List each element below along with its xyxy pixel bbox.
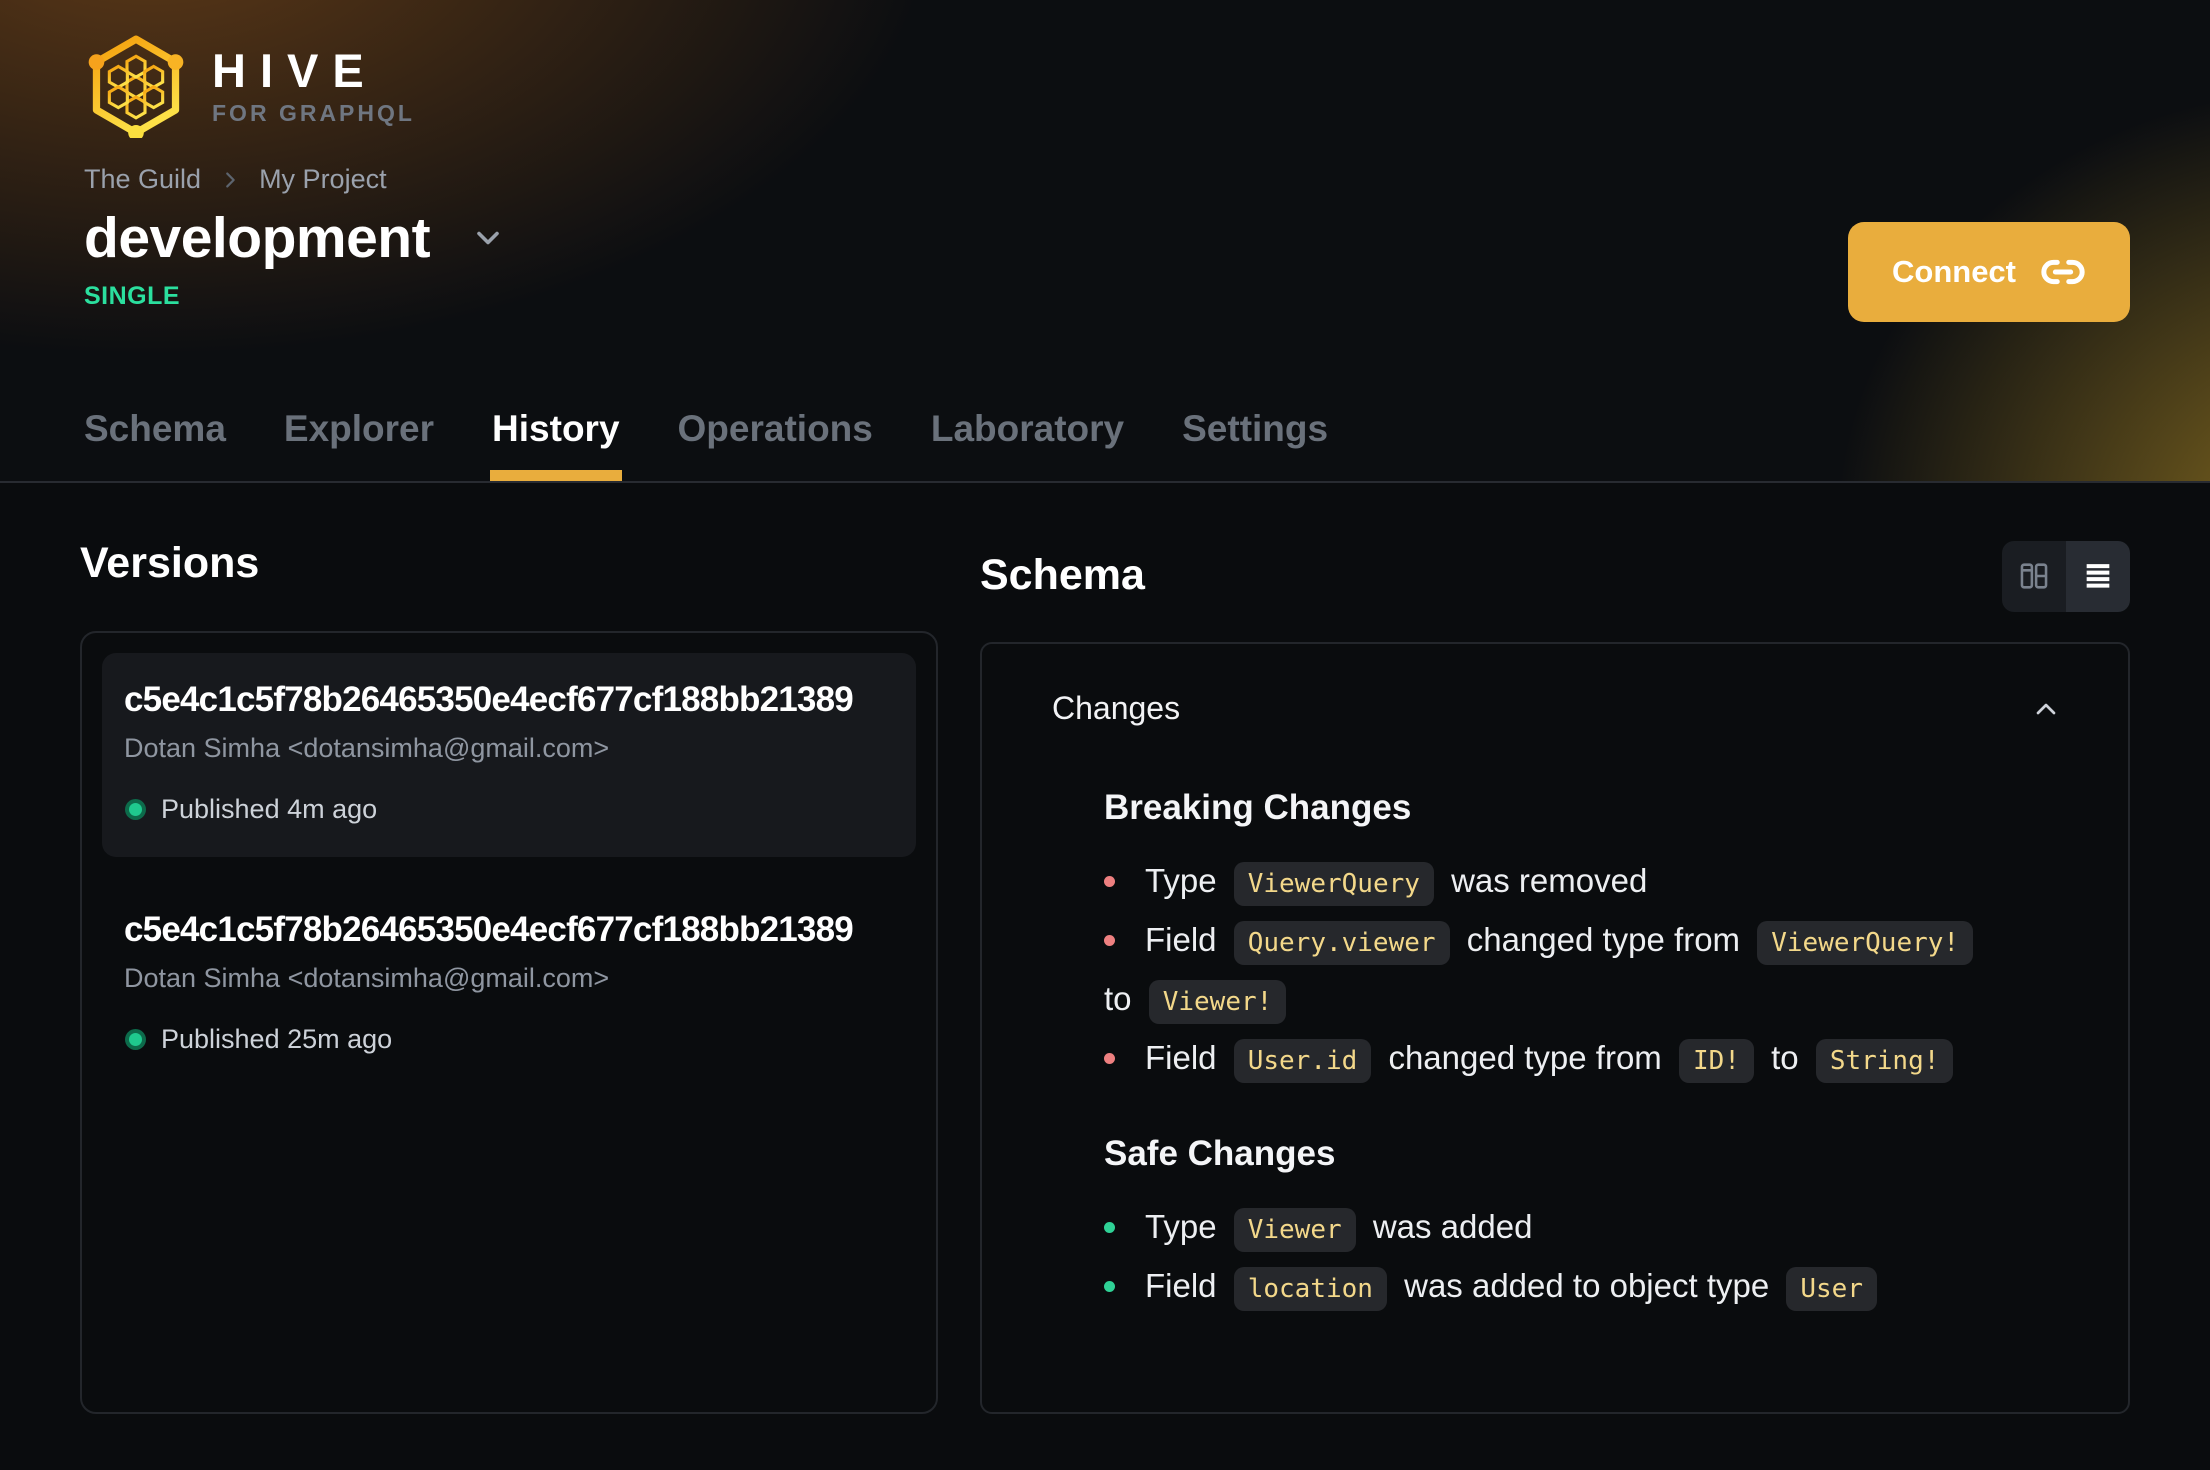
- change-item: Field User.id changed type from ID! to S…: [1104, 1030, 2062, 1089]
- code-chip: ViewerQuery!: [1757, 921, 1974, 965]
- columns-icon: [2020, 563, 2048, 589]
- target-type-badge: SINGLE: [84, 281, 181, 310]
- change-text: was removed: [1451, 862, 1648, 899]
- changes-list: Type Viewer was added Field location was…: [1104, 1199, 2062, 1317]
- breadcrumb-org[interactable]: The Guild: [84, 164, 201, 195]
- change-text: to: [1104, 980, 1132, 1017]
- tab-laboratory[interactable]: Laboratory: [931, 407, 1124, 481]
- chevron-down-icon[interactable]: [470, 220, 506, 256]
- version-author: Dotan Simha <dotansimha@gmail.com>: [124, 962, 610, 993]
- target-selector: development: [84, 207, 2130, 270]
- main-content: Versions c5e4c1c5f78b26465350e4ecf677cf1…: [0, 539, 2210, 1415]
- changes-label: Changes: [1052, 690, 1181, 726]
- change-text: to: [1771, 1039, 1799, 1076]
- breaking-bullet-icon: [1104, 1053, 1115, 1064]
- tab-settings[interactable]: Settings: [1182, 407, 1328, 481]
- change-text: changed type from: [1388, 1039, 1662, 1076]
- versions-column: Versions c5e4c1c5f78b26465350e4ecf677cf1…: [80, 539, 938, 1415]
- changes-list: Type ViewerQuery was removed Field Query…: [1104, 853, 2062, 1089]
- header: HIVE FOR GRAPHQL The Guild My Project de…: [0, 0, 2210, 483]
- safe-bullet-icon: [1104, 1222, 1115, 1233]
- change-text: was added: [1372, 1208, 1533, 1245]
- chevron-right-icon: [226, 171, 235, 188]
- change-text: Field: [1145, 1039, 1217, 1076]
- changes-section-title: Breaking Changes: [1104, 788, 1412, 827]
- list-icon: [2086, 564, 2110, 588]
- published-dot-icon: [129, 1033, 142, 1047]
- wordmark: HIVE FOR GRAPHQL: [212, 47, 415, 125]
- breaking-bullet-icon: [1104, 935, 1115, 946]
- change-item: Field Query.viewer changed type from Vie…: [1104, 912, 2062, 1030]
- tab-schema[interactable]: Schema: [84, 407, 226, 481]
- breaking-bullet-icon: [1104, 876, 1115, 887]
- breadcrumb: The Guild My Project: [84, 164, 2130, 195]
- code-chip: Viewer!: [1148, 980, 1287, 1024]
- diff-view-button[interactable]: [2002, 540, 2066, 612]
- changes-section: Breaking Changes Type ViewerQuery was re…: [1104, 787, 2062, 1089]
- code-chip: String!: [1815, 1039, 1954, 1083]
- changes-body: Breaking Changes Type ViewerQuery was re…: [1104, 787, 2062, 1317]
- changes-section-title: Safe Changes: [1104, 1134, 1336, 1173]
- change-text: Type: [1145, 1208, 1217, 1245]
- schema-column: Schema Changes Breaking Changes Type Vie…: [980, 540, 2130, 1414]
- change-text: Field: [1145, 1267, 1217, 1304]
- change-text: changed type from: [1466, 921, 1741, 958]
- code-chip: User.id: [1233, 1039, 1372, 1083]
- change-text: Type: [1145, 862, 1217, 899]
- version-card[interactable]: c5e4c1c5f78b26465350e4ecf677cf188bb21389…: [102, 883, 916, 1087]
- code-chip: Viewer: [1233, 1208, 1356, 1252]
- published-dot-icon: [129, 803, 142, 817]
- version-card[interactable]: c5e4c1c5f78b26465350e4ecf677cf188bb21389…: [102, 653, 916, 858]
- hive-logo-icon: [88, 35, 184, 138]
- versions-title: Versions: [80, 539, 260, 587]
- view-toggle: [2002, 540, 2130, 612]
- tab-explorer[interactable]: Explorer: [284, 407, 434, 481]
- safe-bullet-icon: [1104, 1281, 1115, 1292]
- tab-operations[interactable]: Operations: [678, 407, 873, 481]
- page-title: development: [84, 206, 431, 270]
- changes-section: Safe Changes Type Viewer was added Field…: [1104, 1133, 2062, 1317]
- list-view-button[interactable]: [2066, 540, 2130, 612]
- code-chip: ID!: [1678, 1039, 1754, 1083]
- link-icon: [2041, 259, 2085, 285]
- changes-collapse-header[interactable]: Changes: [1052, 690, 2062, 727]
- change-text: was added to object type: [1404, 1267, 1770, 1304]
- tab-history[interactable]: History: [490, 407, 623, 482]
- version-status-text: Published 4m ago: [161, 794, 378, 825]
- hive-logo[interactable]: HIVE FOR GRAPHQL: [84, 34, 415, 138]
- connect-button[interactable]: Connect: [1848, 222, 2130, 322]
- version-status: Published 4m ago: [124, 794, 894, 825]
- change-text: Field: [1145, 921, 1217, 958]
- code-chip: User: [1786, 1267, 1877, 1311]
- tabs: Schema Explorer History Operations Laborator…: [84, 407, 1328, 482]
- brand-tagline: FOR GRAPHQL: [212, 100, 415, 126]
- chevron-up-icon: [2036, 703, 2056, 714]
- code-chip: Query.viewer: [1233, 921, 1450, 965]
- versions-list: c5e4c1c5f78b26465350e4ecf677cf188bb21389…: [80, 631, 938, 1415]
- schema-header: Schema: [980, 540, 2130, 612]
- code-chip: ViewerQuery: [1233, 862, 1434, 906]
- breadcrumb-project[interactable]: My Project: [259, 164, 387, 195]
- version-hash: c5e4c1c5f78b26465350e4ecf677cf188bb21389: [124, 910, 854, 950]
- connect-label: Connect: [1892, 254, 2016, 289]
- brand-name: HIVE: [212, 44, 378, 97]
- code-chip: location: [1233, 1267, 1387, 1311]
- version-hash: c5e4c1c5f78b26465350e4ecf677cf188bb21389: [124, 680, 854, 720]
- change-item: Field location was added to object type …: [1104, 1258, 2062, 1317]
- change-item: Type ViewerQuery was removed: [1104, 853, 2062, 912]
- version-author: Dotan Simha <dotansimha@gmail.com>: [124, 732, 610, 763]
- schema-title: Schema: [980, 551, 1145, 600]
- version-status: Published 25m ago: [124, 1024, 894, 1055]
- version-status-text: Published 25m ago: [161, 1024, 393, 1055]
- changes-panel: Changes Breaking Changes Type ViewerQuer…: [980, 642, 2130, 1414]
- change-item: Type Viewer was added: [1104, 1199, 2062, 1258]
